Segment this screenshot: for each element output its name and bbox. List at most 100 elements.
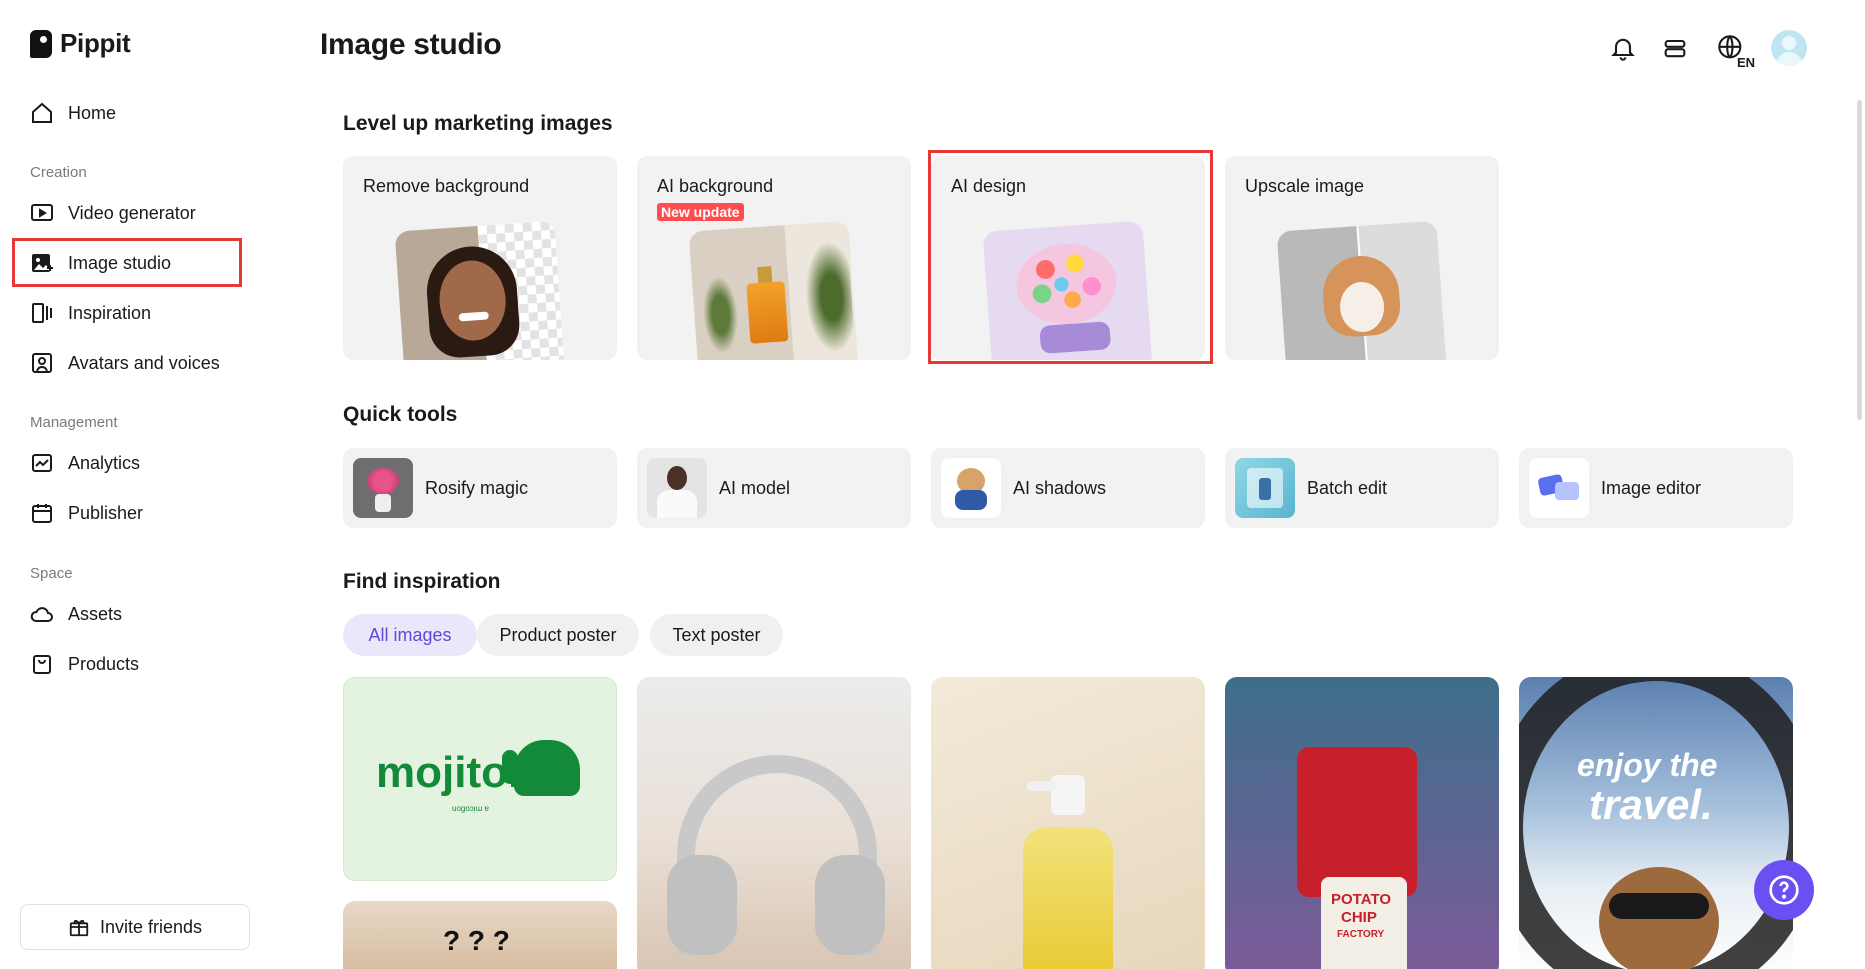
sidebar-item-label: Home <box>68 102 117 123</box>
sidebar: Pippit Home Creation Video generator Ima… <box>0 0 298 969</box>
card-label: Remove background <box>363 176 530 196</box>
language-code: EN <box>1736 55 1755 70</box>
chips-bag-text: CHIP <box>1341 909 1377 926</box>
chips-bag-text: FACTORY <box>1337 929 1385 940</box>
ai-background-card[interactable]: AI background New update <box>637 156 911 360</box>
headphones-cup <box>667 855 737 955</box>
cat-question-marks: ? ? ? <box>443 925 510 956</box>
ai-background-thumbnail <box>688 220 860 360</box>
rosify-thumbnail <box>353 458 413 518</box>
ai-shadows-thumbnail <box>941 458 1001 518</box>
headphones-cup <box>815 855 885 955</box>
tool-label: Batch edit <box>1307 477 1388 498</box>
card-label: AI background <box>657 176 774 196</box>
filter-all-images[interactable]: All images <box>343 614 477 656</box>
sidebar-item-label: Image studio <box>68 252 172 273</box>
home-icon <box>32 102 52 123</box>
image-editor-tool[interactable]: Image editor <box>1519 448 1793 528</box>
machine-body <box>1297 747 1417 897</box>
calendar-icon <box>32 504 52 523</box>
tool-label: Rosify magic <box>425 477 529 498</box>
remove-background-thumbnail <box>394 220 566 360</box>
sidebar-item-avatars-voices[interactable]: Avatars and voices <box>30 345 220 381</box>
notifications-button[interactable] <box>1607 32 1639 64</box>
remove-background-card[interactable]: Remove background <box>343 156 617 360</box>
avatar-voice-icon <box>32 353 52 373</box>
language-button[interactable]: EN <box>1711 32 1755 70</box>
credits-button[interactable] <box>1659 32 1691 64</box>
video-generator-icon <box>31 204 53 221</box>
sidebar-item-analytics[interactable]: Analytics <box>30 445 140 481</box>
help-button[interactable] <box>1754 860 1814 920</box>
sidebar-item-label: Video generator <box>68 202 196 223</box>
page-scrollbar[interactable] <box>1857 100 1862 420</box>
ai-design-highlight <box>928 150 1213 364</box>
sidebar-item-assets[interactable]: Assets <box>30 596 122 632</box>
gallery-card-cat[interactable]: ? ? ? <box>343 901 617 969</box>
filter-text-poster[interactable]: Text poster <box>650 614 783 656</box>
elephant-trunk <box>502 750 518 784</box>
quick-tools-title: Quick tools <box>343 403 458 426</box>
card-label: Upscale image <box>1245 176 1365 196</box>
sidebar-item-label: Products <box>68 653 140 674</box>
gallery-card-potato-chips[interactable]: POTATO CHIP FACTORY <box>1225 677 1499 969</box>
pippit-logo[interactable]: Pippit <box>30 28 131 59</box>
mojito-logo-text: mojito. <box>376 748 521 797</box>
sidebar-item-inspiration[interactable]: Inspiration <box>30 295 151 331</box>
gift-icon <box>69 919 89 937</box>
gallery-card-bottle[interactable] <box>931 677 1205 969</box>
new-update-badge: New update <box>657 203 744 221</box>
sidebar-item-label: Assets <box>68 603 123 624</box>
inspiration-icon <box>32 303 52 323</box>
upscale-image-thumbnail <box>1276 220 1448 360</box>
sidebar-item-video-generator[interactable]: Video generator <box>30 195 196 231</box>
batch-edit-thumbnail <box>1235 458 1295 518</box>
sidebar-item-label: Publisher <box>68 502 144 523</box>
travel-text-2: travel. <box>1589 781 1713 828</box>
sidebar-item-home[interactable]: Home <box>30 95 116 131</box>
section-management: Management <box>30 414 118 431</box>
logo-text: Pippit <box>60 28 131 58</box>
header-actions: EN <box>1607 30 1807 70</box>
bag-icon <box>33 655 51 674</box>
section-creation: Creation <box>30 164 87 181</box>
invite-friends-label: Invite friends <box>99 916 203 937</box>
tool-label: Image editor <box>1601 477 1702 498</box>
layers-icon <box>1664 39 1686 58</box>
section-space: Space <box>30 565 73 582</box>
bottle-body <box>1023 827 1113 969</box>
ai-model-thumbnail <box>647 458 707 518</box>
batch-edit-tool[interactable]: Batch edit <box>1225 448 1499 528</box>
rosify-magic-tool[interactable]: Rosify magic <box>343 448 617 528</box>
mojito-logo-subtext: uogoɔᴉɯ ɐ <box>452 804 489 813</box>
pump-nozzle <box>1027 781 1057 791</box>
gallery-card-mojito[interactable]: mojito. uogoɔᴉɯ ɐ <box>343 677 617 881</box>
filter-product-poster[interactable]: Product poster <box>477 614 639 656</box>
sidebar-item-label: Analytics <box>68 452 141 473</box>
logo-icon <box>30 29 52 58</box>
gallery-card-travel[interactable]: enjoy the travel. <box>1519 677 1793 969</box>
invite-friends-button[interactable]: Invite friends <box>20 904 250 950</box>
bell-icon <box>1611 38 1635 61</box>
gallery-card-headphones[interactable] <box>637 677 911 969</box>
analytics-icon <box>32 454 52 472</box>
marketing-section-title: Level up marketing images <box>343 112 613 135</box>
cloud-icon <box>30 607 53 622</box>
ai-model-tool[interactable]: AI model <box>637 448 911 528</box>
sidebar-item-label: Avatars and voices <box>68 352 220 373</box>
sidebar-item-products[interactable]: Products <box>30 646 139 682</box>
tool-label: AI model <box>719 477 791 498</box>
elephant-icon <box>514 740 580 796</box>
ai-shadows-tool[interactable]: AI shadows <box>931 448 1205 528</box>
sidebar-item-publisher[interactable]: Publisher <box>30 495 143 531</box>
image-editor-thumbnail <box>1529 458 1589 518</box>
page-title: Image studio <box>320 28 502 61</box>
user-avatar[interactable] <box>1771 30 1807 66</box>
find-inspiration-title: Find inspiration <box>343 570 501 593</box>
tool-label: AI shadows <box>1013 477 1107 498</box>
chips-bag-text: POTATO <box>1331 891 1391 908</box>
help-icon <box>1769 875 1799 905</box>
sunglasses <box>1609 893 1709 919</box>
upscale-image-card[interactable]: Upscale image <box>1225 156 1499 360</box>
sidebar-item-image-studio[interactable]: Image studio <box>30 245 171 281</box>
